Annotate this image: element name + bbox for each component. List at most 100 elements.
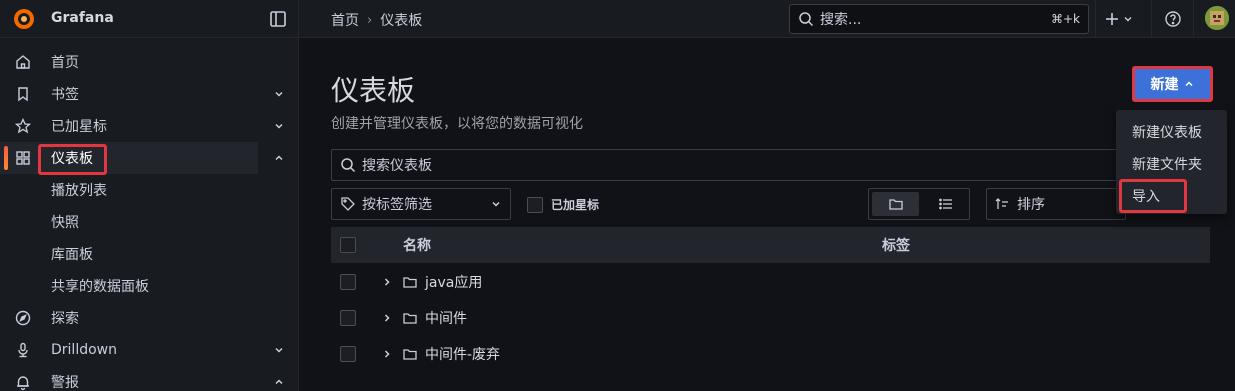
folder-icon — [403, 349, 417, 360]
global-search-input[interactable]: 搜索... ⌘+k — [789, 4, 1089, 34]
sort-icon — [995, 198, 1008, 209]
chevron-right-icon[interactable] — [381, 348, 393, 360]
table-row[interactable]: java应用 — [331, 264, 1210, 300]
grafana-logo-icon[interactable] — [12, 7, 36, 31]
sidebar-item-label: 首页 — [51, 55, 79, 71]
chevron-down-icon — [1124, 17, 1132, 22]
sidebar-item-starred[interactable]: 已加星标 — [0, 110, 298, 142]
sidebar-subitem-snapshots[interactable]: 快照 — [51, 206, 79, 238]
plus-icon — [1106, 13, 1118, 25]
folder-view-button[interactable] — [872, 192, 919, 216]
starred-label: 已加星标 — [551, 198, 600, 212]
tag-filter-placeholder: 按标签筛选 — [362, 197, 432, 213]
new-dropdown-menu: 新建仪表板 新建文件夹 导入 — [1116, 110, 1227, 214]
sidebar-subitem-playlists[interactable]: 播放列表 — [51, 174, 107, 206]
sidebar-subitem-shared-dashboards[interactable]: 共享的数据面板 — [51, 270, 149, 302]
column-name-header: 名称 — [403, 238, 431, 254]
top-bar: Grafana 首页 › 仪表板 搜索... ⌘+k — [0, 0, 1235, 38]
divider — [1193, 0, 1194, 38]
apps-icon — [16, 151, 30, 165]
drilldown-icon — [18, 342, 28, 358]
search-placeholder: 搜索... — [820, 12, 862, 28]
sidebar-item-bookmarks[interactable]: 书签 — [0, 78, 298, 110]
bookmark-icon — [18, 87, 28, 102]
avatar[interactable] — [1205, 6, 1229, 30]
search-placeholder: 搜索仪表板 — [362, 158, 432, 174]
starred-filter[interactable]: 已加星标 — [527, 196, 599, 213]
menu-item-import[interactable]: 导入 — [1132, 186, 1160, 206]
menu-item-new-dashboard[interactable]: 新建仪表板 — [1132, 122, 1202, 142]
chevron-up-icon[interactable] — [272, 151, 286, 165]
chevron-down-icon[interactable] — [272, 343, 286, 357]
view-toggle — [868, 188, 970, 220]
table-row[interactable]: 中间件 — [331, 300, 1210, 336]
page-title: 仪表板 — [331, 74, 416, 107]
sidebar-subitem-library-panels[interactable]: 库面板 — [51, 238, 93, 270]
tag-filter-select[interactable]: 按标签筛选 — [331, 188, 511, 220]
row-checkbox[interactable] — [340, 310, 356, 326]
breadcrumb-home[interactable]: 首页 — [331, 10, 359, 30]
breadcrumb: 首页 › 仪表板 — [331, 10, 422, 30]
folder-icon — [403, 313, 417, 324]
sidebar-item-drilldown[interactable]: Drilldown — [0, 334, 298, 366]
folder-icon — [888, 199, 903, 210]
chevron-right-icon[interactable] — [381, 276, 393, 288]
new-button-label: 新建 — [1150, 77, 1179, 93]
search-shortcut: ⌘+k — [1050, 12, 1080, 26]
chevron-down-icon[interactable] — [272, 119, 286, 133]
add-new-button[interactable] — [1104, 8, 1134, 30]
chevron-up-icon[interactable] — [272, 375, 286, 389]
chevron-down-icon[interactable] — [272, 87, 286, 101]
dock-menu-icon[interactable] — [268, 9, 288, 29]
sidebar-item-label: Drilldown — [51, 342, 117, 358]
sort-placeholder: 排序 — [1017, 197, 1045, 213]
menu-item-new-folder[interactable]: 新建文件夹 — [1132, 154, 1202, 174]
row-checkbox[interactable] — [340, 274, 356, 290]
column-tags-header: 标签 — [882, 238, 910, 254]
row-checkbox[interactable] — [340, 346, 356, 362]
tag-icon — [341, 197, 355, 211]
search-icon — [799, 12, 814, 27]
page-subtitle: 创建并管理仪表板，以将您的数据可视化 — [331, 116, 583, 132]
sidebar-item-label: 书签 — [51, 87, 79, 103]
select-all-checkbox[interactable] — [340, 237, 356, 253]
folder-icon — [403, 277, 417, 288]
sidebar-item-home[interactable]: 首页 — [0, 46, 298, 78]
sort-select[interactable]: 排序 — [986, 188, 1126, 220]
help-icon — [1165, 11, 1181, 27]
bell-icon — [17, 376, 29, 391]
compass-icon — [15, 310, 31, 326]
sidebar-item-alerting[interactable]: 警报 — [0, 366, 298, 391]
help-button[interactable] — [1164, 8, 1182, 30]
sidebar-item-label: 已加星标 — [51, 119, 107, 135]
home-icon — [16, 55, 30, 69]
divider — [1151, 0, 1152, 38]
breadcrumb-current: 仪表板 — [380, 13, 423, 29]
sidebar-item-explore[interactable]: 探索 — [0, 302, 298, 334]
sidebar-item-dashboards[interactable]: 仪表板 — [0, 142, 258, 174]
row-name[interactable]: 中间件 — [425, 308, 467, 328]
table-row[interactable]: 中间件-废弃 — [331, 336, 1210, 372]
list-icon — [938, 198, 952, 210]
sidebar-item-label: 仪表板 — [51, 151, 93, 167]
app-name: Grafana — [51, 10, 114, 26]
row-name[interactable]: java应用 — [425, 272, 482, 292]
new-button[interactable]: 新建 — [1134, 68, 1211, 100]
row-name[interactable]: 中间件-废弃 — [425, 344, 500, 364]
divider — [1095, 0, 1096, 38]
list-view-button[interactable] — [922, 189, 969, 219]
search-icon — [341, 158, 356, 173]
divider — [298, 0, 299, 38]
sidebar-item-label: 警报 — [51, 375, 79, 391]
chevron-up-icon — [1184, 81, 1193, 87]
sidebar: 首页 书签 已加星标 仪表板 播放列表 快照 库面板 共享的数据面板 探索 Dr… — [0, 38, 299, 391]
chevron-down-icon — [492, 201, 500, 207]
chevron-right-icon[interactable] — [381, 312, 393, 324]
star-icon — [14, 117, 32, 134]
table-header: 名称 标签 — [331, 227, 1210, 263]
active-indicator — [4, 146, 8, 170]
breadcrumb-separator-icon: › — [367, 12, 373, 28]
sidebar-item-label: 探索 — [51, 311, 79, 327]
dashboard-search-input[interactable]: 搜索仪表板 — [331, 149, 1141, 181]
starred-checkbox[interactable] — [527, 196, 543, 213]
